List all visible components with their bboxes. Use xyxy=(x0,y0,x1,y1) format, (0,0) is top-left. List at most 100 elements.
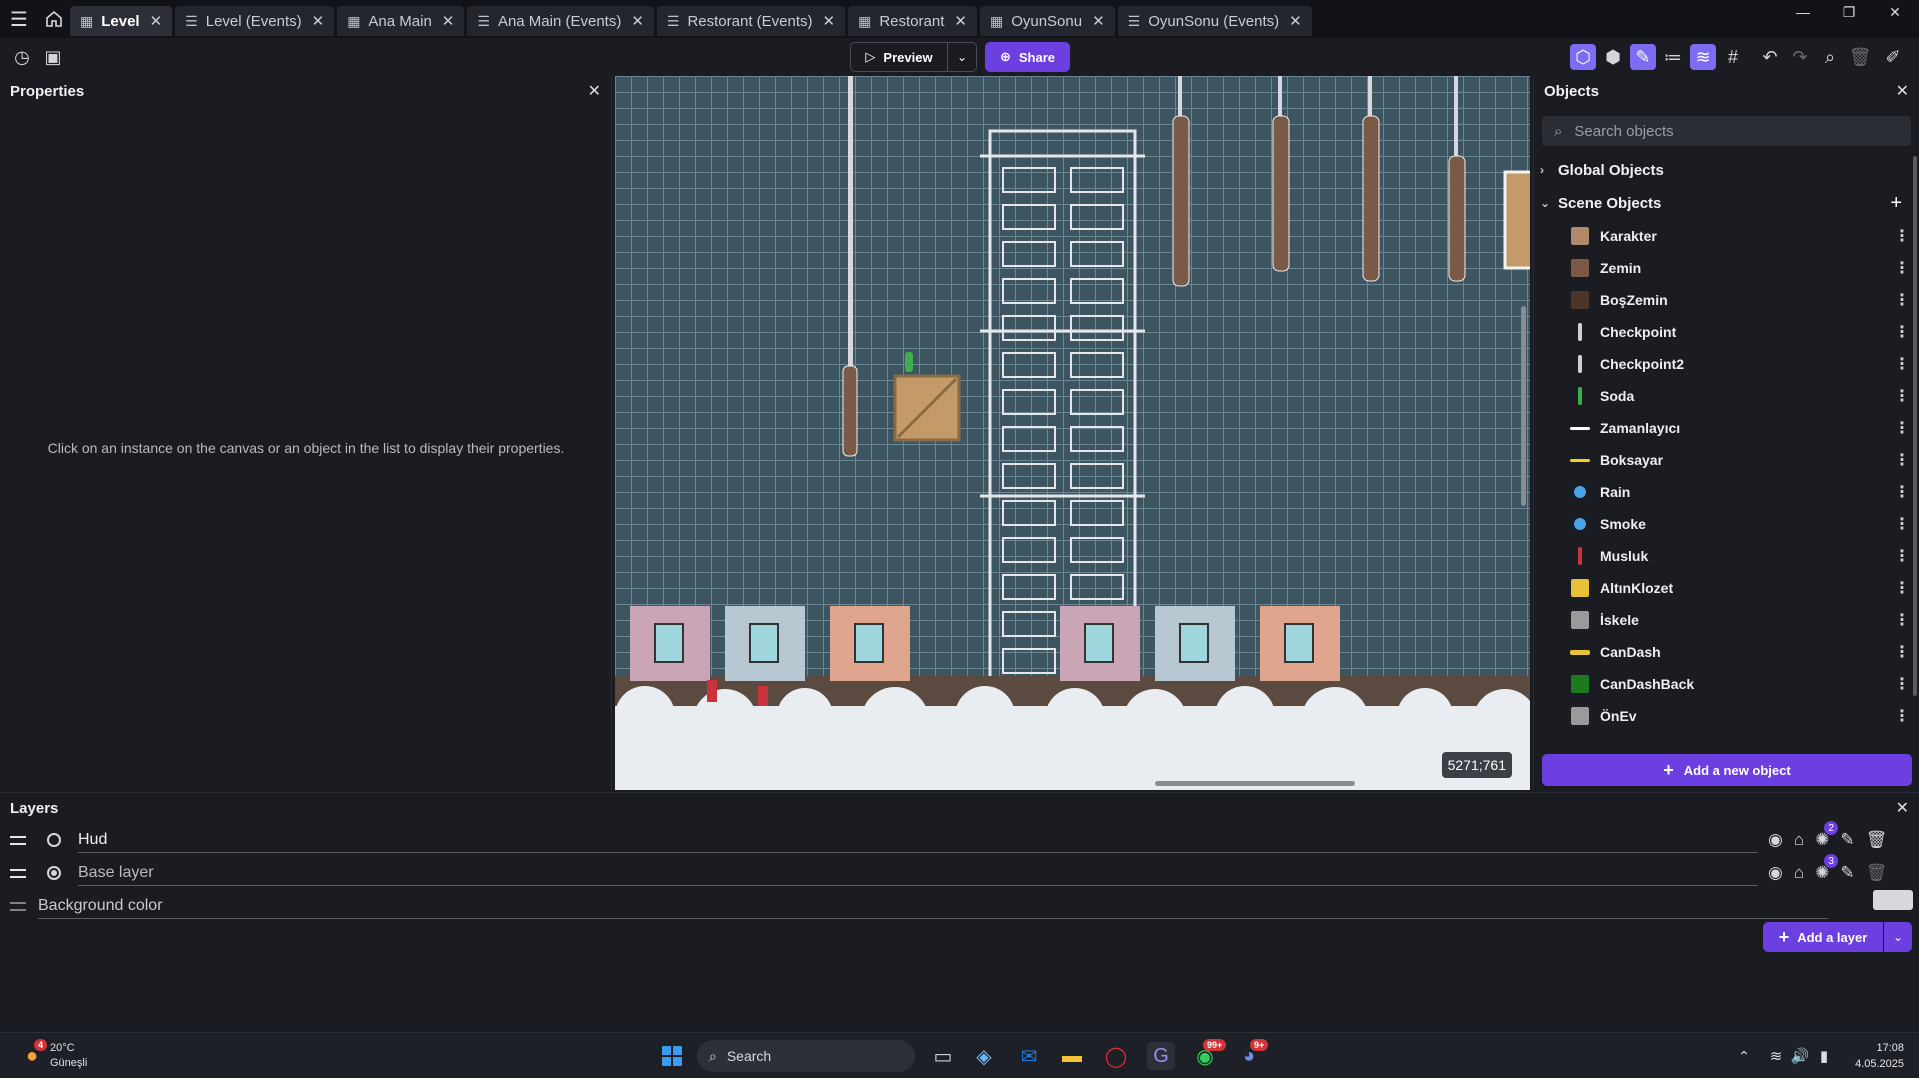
delete-icon[interactable]: 🗑 xyxy=(1847,44,1873,70)
more-vertical-icon[interactable]: ⋮ xyxy=(1894,514,1910,534)
settings-icon[interactable]: ✐ xyxy=(1880,44,1906,70)
effects-icon[interactable]: ✺ 3 xyxy=(1815,854,1839,883)
global-objects-section[interactable]: › Global Objects xyxy=(1540,156,1910,184)
outlook-icon[interactable]: ✉ xyxy=(1015,1042,1043,1070)
lock-icon[interactable]: ⌂ xyxy=(1794,863,1804,883)
clock[interactable]: 17:08 4.05.2025 xyxy=(1850,1040,1904,1072)
tab-2[interactable]: ▦ Ana Main ✕ xyxy=(337,6,465,36)
more-vertical-icon[interactable]: ⋮ xyxy=(1894,578,1910,598)
close-tab-icon[interactable]: ✕ xyxy=(631,12,644,30)
battery-icon[interactable]: ▮ xyxy=(1810,1042,1838,1070)
objects-panel-icon[interactable]: ⬡ xyxy=(1570,44,1596,70)
add-layer-options-button[interactable]: ⌄ xyxy=(1884,922,1912,952)
vertical-scrollbar[interactable] xyxy=(1521,306,1526,506)
drag-handle-icon[interactable] xyxy=(10,868,26,878)
more-vertical-icon[interactable]: ⋮ xyxy=(1894,290,1910,310)
object-item[interactable]: Zemin ⋮ xyxy=(1570,252,1910,284)
layer-row[interactable]: Hud ◉ ⌂ ✺ 2 ✎ 🗑 xyxy=(0,821,1919,855)
object-item[interactable]: ÖnEv ⋮ xyxy=(1570,700,1910,732)
more-vertical-icon[interactable]: ⋮ xyxy=(1894,258,1910,278)
object-item[interactable]: CanDash ⋮ xyxy=(1570,636,1910,668)
lock-icon[interactable]: ⌂ xyxy=(1794,830,1804,850)
more-vertical-icon[interactable]: ⋮ xyxy=(1894,674,1910,694)
more-vertical-icon[interactable]: ⋮ xyxy=(1894,546,1910,566)
close-tab-icon[interactable]: ✕ xyxy=(1289,12,1302,30)
chevron-up-icon[interactable]: ⌃ xyxy=(1730,1042,1758,1070)
layer-name-field[interactable]: Hud xyxy=(78,827,1758,853)
effects-icon[interactable]: ✺ 2 xyxy=(1815,821,1839,850)
add-layer-button[interactable]: + Add a layer xyxy=(1763,922,1883,952)
more-vertical-icon[interactable]: ⋮ xyxy=(1894,706,1910,726)
instances-list-icon[interactable]: ≔ xyxy=(1660,44,1686,70)
background-color-swatch[interactable] xyxy=(1873,890,1913,910)
grid-icon[interactable]: # xyxy=(1720,44,1746,70)
task-view-icon[interactable]: ▭ xyxy=(929,1042,957,1070)
scene-objects-section[interactable]: ⌄ Scene Objects + xyxy=(1540,189,1910,217)
history-icon[interactable]: ◷ xyxy=(9,44,35,70)
close-tab-icon[interactable]: ✕ xyxy=(1092,12,1105,30)
file-explorer-icon[interactable]: ▬ xyxy=(1058,1042,1086,1070)
scene-canvas[interactable]: 5271;761 xyxy=(615,76,1530,790)
more-vertical-icon[interactable]: ⋮ xyxy=(1894,226,1910,246)
tab-1[interactable]: ☰ Level (Events) ✕ xyxy=(175,6,335,36)
close-tab-icon[interactable]: ✕ xyxy=(442,12,455,30)
gdevelop-icon[interactable]: G xyxy=(1147,1042,1175,1070)
windows-start-icon[interactable] xyxy=(658,1042,686,1070)
opera-icon[interactable]: ◯ xyxy=(1102,1042,1130,1070)
more-vertical-icon[interactable]: ⋮ xyxy=(1894,450,1910,470)
object-item[interactable]: Musluk ⋮ xyxy=(1570,540,1910,572)
object-item[interactable]: Karakter ⋮ xyxy=(1570,220,1910,252)
add-icon[interactable]: + xyxy=(1890,192,1902,215)
drag-handle-icon[interactable] xyxy=(10,901,26,911)
close-tab-icon[interactable]: ✕ xyxy=(954,12,967,30)
window-close-icon[interactable]: ✕ xyxy=(1872,0,1918,24)
horizontal-scrollbar[interactable] xyxy=(1155,781,1355,786)
more-vertical-icon[interactable]: ⋮ xyxy=(1894,642,1910,662)
edit-icon[interactable]: ✎ xyxy=(1840,830,1854,850)
object-item[interactable]: Zamanlayıcı ⋮ xyxy=(1570,412,1910,444)
edit-icon[interactable]: ✎ xyxy=(1840,863,1854,883)
more-vertical-icon[interactable]: ⋮ xyxy=(1894,322,1910,342)
search-objects-input[interactable]: ⌕ Search objects xyxy=(1542,116,1911,146)
preview-button[interactable]: ▷ Preview xyxy=(850,42,948,72)
close-icon[interactable]: ✕ xyxy=(1896,798,1909,818)
add-object-button[interactable]: + Add a new object xyxy=(1542,754,1912,786)
layers-panel-icon[interactable]: ≋ xyxy=(1690,44,1716,70)
trash-icon[interactable]: 🗑 xyxy=(1866,863,1888,883)
properties-panel-icon[interactable]: ✎ xyxy=(1630,44,1656,70)
tab-3[interactable]: ☰ Ana Main (Events) ✕ xyxy=(467,6,654,36)
taskbar-search[interactable]: ⌕ Search xyxy=(697,1040,915,1072)
object-item[interactable]: İskele ⋮ xyxy=(1570,604,1910,636)
tab-5[interactable]: ▦ Restorant ✕ xyxy=(848,6,977,36)
objects-scrollbar[interactable] xyxy=(1913,156,1917,696)
close-tab-icon[interactable]: ✕ xyxy=(312,12,325,30)
tab-6[interactable]: ▦ OyunSonu ✕ xyxy=(979,6,1115,36)
weather-widget[interactable]: 20°C Güneşli xyxy=(50,1041,87,1071)
drag-handle-icon[interactable] xyxy=(10,835,26,845)
layer-select-radio[interactable] xyxy=(47,866,61,880)
tab-4[interactable]: ☰ Restorant (Events) ✕ xyxy=(656,6,846,36)
close-tab-icon[interactable]: ✕ xyxy=(150,12,163,30)
object-groups-icon[interactable]: ⬢ xyxy=(1600,44,1626,70)
copilot-icon[interactable]: ◈ xyxy=(970,1042,998,1070)
eye-icon[interactable]: ◉ xyxy=(1768,830,1783,850)
object-item[interactable]: Checkpoint2 ⋮ xyxy=(1570,348,1910,380)
close-icon[interactable]: ✕ xyxy=(588,81,601,101)
object-item[interactable]: Boksayar ⋮ xyxy=(1570,444,1910,476)
object-item[interactable]: Soda ⋮ xyxy=(1570,380,1910,412)
layer-select-radio[interactable] xyxy=(47,833,61,847)
open-project-icon[interactable]: ▣ xyxy=(40,44,66,70)
object-item[interactable]: Rain ⋮ xyxy=(1570,476,1910,508)
object-item[interactable]: AltınKlozet ⋮ xyxy=(1570,572,1910,604)
redo-icon[interactable]: ↷ xyxy=(1787,44,1813,70)
more-vertical-icon[interactable]: ⋮ xyxy=(1894,418,1910,438)
tab-0[interactable]: ▦ Level ✕ xyxy=(70,6,173,36)
layer-row[interactable]: Base layer ◉ ⌂ ✺ 3 ✎ 🗑 xyxy=(0,854,1919,888)
tab-7[interactable]: ☰ OyunSonu (Events) ✕ xyxy=(1117,6,1312,36)
object-item[interactable]: CanDashBack ⋮ xyxy=(1570,668,1910,700)
more-vertical-icon[interactable]: ⋮ xyxy=(1894,386,1910,406)
menu-icon[interactable]: ☰ xyxy=(0,0,38,38)
layer-name-field[interactable]: Base layer xyxy=(78,860,1758,886)
share-button[interactable]: ⊕ Share xyxy=(985,42,1070,72)
minimize-icon[interactable]: — xyxy=(1780,0,1826,24)
